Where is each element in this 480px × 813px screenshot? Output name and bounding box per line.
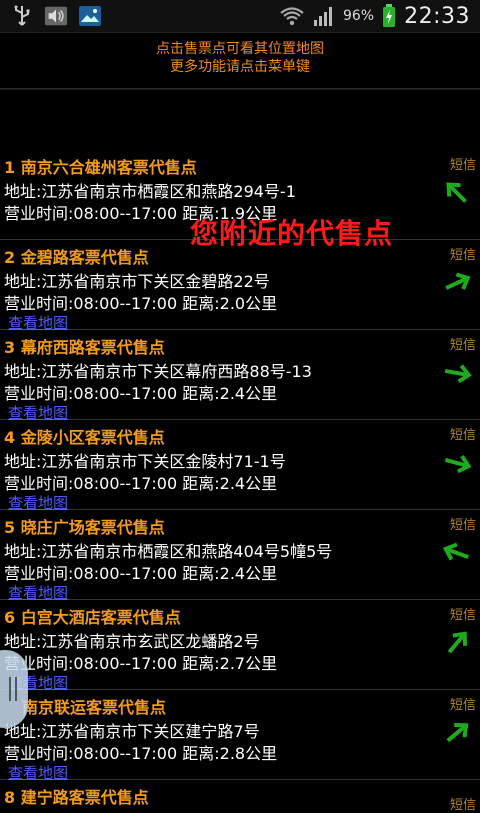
sms-button[interactable]: 短信 xyxy=(450,154,476,173)
outlet-address: 地址:江苏省南京市下关区幕府西路88号-13 xyxy=(4,362,312,381)
usb-icon xyxy=(10,4,34,28)
outlet-address: 地址:江苏省南京市栖霞区和燕路404号5幢5号 xyxy=(4,542,333,561)
direction-arrow-icon xyxy=(444,364,472,384)
outlet-title: 1 南京六合雄州客票代售点 xyxy=(4,158,197,177)
outlet-hours-distance: 营业时间:08:00--17:00 距离:2.8公里 xyxy=(4,744,278,763)
wifi-icon xyxy=(280,7,304,26)
list-item[interactable]: 5 晓庄广场客票代售点 地址:江苏省南京市栖霞区和燕路404号5幢5号 营业时间… xyxy=(0,510,480,602)
list-item[interactable]: 6 白宫大酒店客票代售点 地址:江苏省南京市玄武区龙蟠路2号 营业时间:08:0… xyxy=(0,600,480,692)
outlet-title: 南京联运客票代售点 xyxy=(22,698,167,717)
outlet-address: 地址:江苏省南京市下关区建宁路7号 xyxy=(4,722,260,741)
battery-percent: 96% xyxy=(342,8,375,24)
outlet-title: 4 金陵小区客票代售点 xyxy=(4,428,165,447)
outlet-hours-distance: 营业时间:08:00--17:00 距离:2.4公里 xyxy=(4,474,278,493)
signal-icon xyxy=(313,7,332,26)
direction-arrow-icon xyxy=(446,722,469,743)
outlet-hours-distance: 营业时间:08:00--17:00 距离:2.4公里 xyxy=(4,564,278,583)
sms-button[interactable]: 短信 xyxy=(450,514,476,533)
outlet-address: 地址:江苏省南京市栖霞区和燕路294号-1 xyxy=(4,182,296,201)
outlet-title: 2 金碧路客票代售点 xyxy=(4,248,149,267)
notification-icons xyxy=(10,4,102,28)
list-item[interactable]: 2 金碧路客票代售点 地址:江苏省南京市下关区金碧路22号 营业时间:08:00… xyxy=(0,240,480,332)
system-status: 96% 22:33 xyxy=(279,0,470,32)
image-icon xyxy=(78,4,102,28)
outlet-address: 地址:江苏省南京市下关区金陵村71-1号 xyxy=(4,452,286,471)
direction-arrow-icon xyxy=(442,542,469,561)
side-drawer-handle[interactable] xyxy=(0,650,28,728)
outlet-title: 6 白宫大酒店客票代售点 xyxy=(4,608,181,627)
sms-button[interactable]: 短信 xyxy=(450,244,476,263)
sms-button[interactable]: 短信 xyxy=(450,424,476,443)
sms-button[interactable]: 短信 xyxy=(450,334,476,353)
outlet-address: 地址:江苏省南京市下关区金碧路22号 xyxy=(4,272,270,291)
sms-button[interactable]: 短信 xyxy=(450,604,476,623)
clock: 22:33 xyxy=(404,3,470,29)
direction-arrow-icon xyxy=(447,631,468,654)
sms-button[interactable]: 短信 xyxy=(450,694,476,713)
battery-charging-icon xyxy=(383,4,396,27)
list-item[interactable]: 4 金陵小区客票代售点 地址:江苏省南京市下关区金陵村71-1号 营业时间:08… xyxy=(0,420,480,512)
outlet-address: 地址:江苏省南京市玄武区龙蟠路2号 xyxy=(4,632,260,651)
volume-icon xyxy=(44,4,68,28)
direction-arrow-icon xyxy=(444,454,472,474)
outlet-title: 8 建宁路客票代售点 xyxy=(4,788,149,807)
outlet-hours-distance: 营业时间:08:00--17:00 距离:2.7公里 xyxy=(4,654,278,673)
hint-text: 点击售票点可看其位置地图 更多功能请点击菜单键 xyxy=(0,40,480,76)
nearby-outlets-overlay: 您附近的代售点 xyxy=(190,217,394,250)
list-item[interactable]: 8 建宁路客票代售点 短信 xyxy=(0,780,480,813)
direction-arrow-icon xyxy=(446,182,467,203)
sms-button[interactable]: 短信 xyxy=(450,794,476,813)
list-item[interactable]: 3 幕府西路客票代售点 地址:江苏省南京市下关区幕府西路88号-13 营业时间:… xyxy=(0,330,480,422)
outlet-hours-distance: 营业时间:08:00--17:00 距离:2.4公里 xyxy=(4,384,278,403)
outlet-hours-distance: 营业时间:08:00--17:00 距离:2.0公里 xyxy=(4,294,278,313)
list-item[interactable]: 南京联运客票代售点 地址:江苏省南京市下关区建宁路7号 营业时间:08:00--… xyxy=(0,690,480,782)
hint-line-2: 更多功能请点击菜单键 xyxy=(170,59,310,75)
outlet-title: 3 幕府西路客票代售点 xyxy=(4,338,165,357)
direction-arrow-icon xyxy=(445,272,471,290)
outlet-title: 5 晓庄广场客票代售点 xyxy=(4,518,165,537)
status-bar: 96% 22:33 xyxy=(0,0,480,33)
header-divider xyxy=(0,88,480,90)
hint-line-1: 点击售票点可看其位置地图 xyxy=(156,41,324,57)
